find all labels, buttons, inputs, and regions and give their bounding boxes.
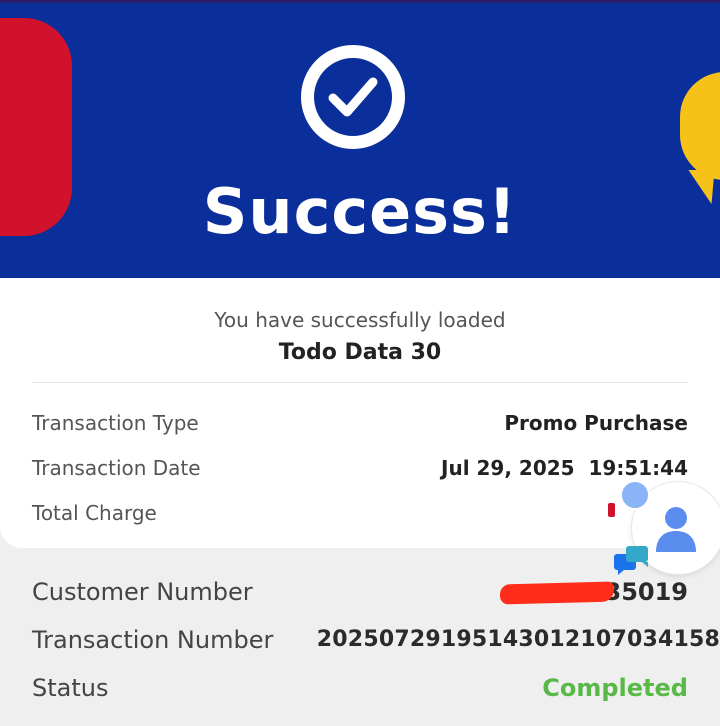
transaction-type-label: Transaction Type bbox=[32, 411, 199, 435]
status-value: Completed bbox=[542, 674, 688, 702]
total-charge-label: Total Charge bbox=[32, 501, 157, 525]
redaction-mark bbox=[499, 581, 615, 605]
notification-dot-icon bbox=[620, 480, 650, 510]
banner-top-strip bbox=[0, 0, 720, 3]
transaction-number-value: 20250729195143012107034158 bbox=[316, 627, 720, 652]
customer-number-label: Customer Number bbox=[32, 578, 253, 606]
success-subtitle: You have successfully loaded bbox=[214, 308, 506, 332]
status-label: Status bbox=[32, 674, 109, 702]
status-row: Status Completed bbox=[32, 671, 720, 705]
transaction-type-row: Transaction Type Promo Purchase bbox=[32, 408, 688, 438]
transaction-date-label: Transaction Date bbox=[32, 456, 201, 480]
total-charge-row: Total Charge bbox=[32, 498, 688, 528]
transaction-number-row: Transaction Number 202507291951430121070… bbox=[32, 623, 720, 657]
chat-bubbles-icon[interactable] bbox=[612, 544, 652, 576]
customer-number-value: 35019 bbox=[604, 578, 689, 606]
transaction-number-label: Transaction Number bbox=[32, 626, 274, 654]
yellow-speech-bubble-decoration bbox=[680, 72, 720, 180]
customer-number-row: Customer Number 35019 bbox=[32, 575, 720, 609]
check-circle-icon bbox=[301, 45, 405, 149]
success-title: Success! bbox=[202, 175, 518, 248]
transaction-date-row: Transaction Date Jul 29, 2025 19:51:44 bbox=[32, 453, 688, 483]
success-banner: Success! bbox=[0, 0, 720, 278]
transaction-type-value: Promo Purchase bbox=[504, 411, 688, 435]
product-name: Todo Data 30 bbox=[278, 340, 442, 365]
assistant-floating-button[interactable] bbox=[612, 478, 720, 578]
divider bbox=[32, 382, 688, 383]
